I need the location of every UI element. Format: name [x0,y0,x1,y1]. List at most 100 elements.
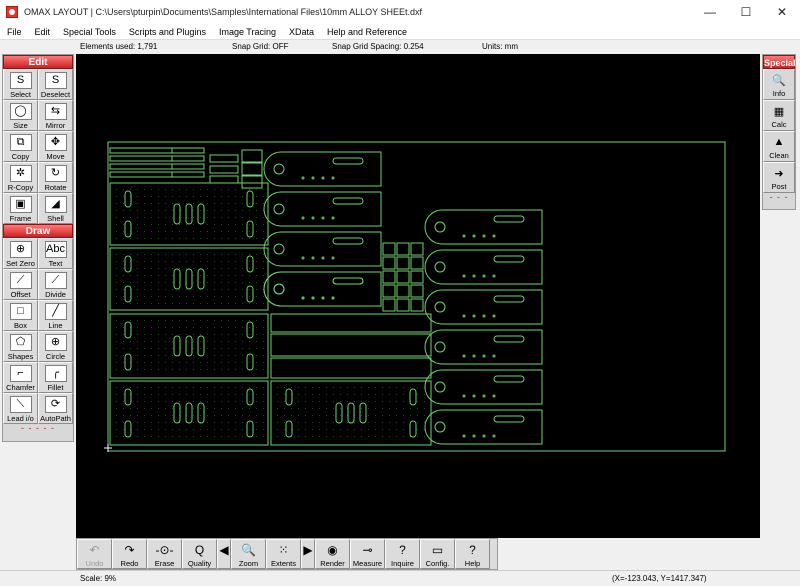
drawing-shape-784 [305,394,306,395]
copy-icon: ⧉ [9,134,32,151]
drawing-shape-205 [116,296,117,297]
frame-tool-button[interactable]: ▣ Frame [3,193,38,224]
drawing-shape-255 [165,254,166,255]
drawing-shape-973 [263,271,382,307]
menu-image-tracing[interactable]: Image Tracing [212,27,282,37]
drawing-shape-722 [249,408,250,409]
inquire-button[interactable]: ? Inquire [385,539,420,569]
drawing-shape-824 [340,394,341,395]
menu-xdata[interactable]: XData [282,27,320,37]
drawing-shape-540 [249,355,250,356]
drawing-shape-78 [165,238,166,239]
menu-scripts-and-plugins[interactable]: Scripts and Plugins [122,27,212,37]
help-button[interactable]: ? Help [455,539,490,569]
extents-label: Extents [270,559,296,568]
menu-help-and-reference[interactable]: Help and Reference [320,27,413,37]
minimize-button[interactable]: — [692,0,728,24]
drawing-shape-367 [263,254,264,255]
drawing-shape-349 [242,296,243,297]
shapes-tool-button[interactable]: ⬠ Shapes [3,331,38,362]
zoom-button[interactable]: 🔍 Zoom [231,539,266,569]
drawing-shape-628 [165,422,166,423]
drawing-shape-426 [151,341,152,342]
drawing-shape-179 [256,217,257,218]
drawing-shape-586 [130,408,131,409]
drawing-shape-72 [165,196,166,197]
calc-tool-button[interactable]: ▦ Calc [763,100,795,131]
drawing-shape-56 [151,196,152,197]
drawing-shape-692 [221,422,222,423]
drawing-shape-143 [228,189,229,190]
offset-tool-button[interactable]: ⟋ Offset [3,269,38,300]
measure-button[interactable]: ⊸ Measure [350,539,385,569]
drawing-shape-575 [123,387,124,388]
select-tool-button[interactable]: S Select [3,69,38,100]
erase-button[interactable]: -⊙- Erase [147,539,182,569]
drawing-shape-855 [368,387,369,388]
copy-tool-button[interactable]: ⧉ Copy [3,131,38,162]
extents-button[interactable]: ⁙ Extents [266,539,301,569]
drawing-canvas[interactable] [76,54,760,538]
drawing-shape-175 [256,189,257,190]
line-tool-button[interactable]: ╱ Line [38,300,73,331]
drawing-shape-13 [241,175,263,189]
deselect-tool-button[interactable]: S Deselect [38,69,73,100]
drawing-shape-392 [123,327,124,328]
drawing-shape-257 [165,268,166,269]
size-tool-button[interactable]: ◯ Size [3,100,38,131]
drawing-shape-34 [130,210,131,211]
post-tool-button[interactable]: ➜ Post [763,162,795,193]
lead-i-o-tool-button[interactable]: ⟍ Lead i/o [3,393,38,424]
drawing-shape-371 [263,282,264,283]
circle-tool-button[interactable]: ⊕ Circle [38,331,73,362]
chamfer-label: Chamfer [6,383,35,392]
drawing-shape-776 [298,394,299,395]
drawing-shape-829 [340,429,341,430]
redo-button[interactable]: ↷ Redo [112,539,147,569]
render-button[interactable]: ◉ Render [315,539,350,569]
drawing-shape-833 [347,401,348,402]
menu-special-tools[interactable]: Special Tools [56,27,122,37]
quality-button[interactable]: Q Quality [182,539,217,569]
more-special-indicator[interactable]: - - - [763,193,795,203]
drawing-shape-737 [263,401,264,402]
drawing-shape-811 [326,415,327,416]
drawing-shape-750 [270,380,432,446]
scroll-right-button[interactable]: ▶ [301,539,315,569]
move-tool-button[interactable]: ✥ Move [38,131,73,162]
menu-edit[interactable]: Edit [28,27,57,37]
maximize-button[interactable]: ☐ [728,0,764,24]
more-tools-indicator[interactable]: - - - - - [3,424,73,434]
menu-file[interactable]: File [0,27,28,37]
chamfer-tool-button[interactable]: ⌐ Chamfer [3,362,38,393]
divide-tool-button[interactable]: ⟋ Divide [38,269,73,300]
close-button[interactable]: ✕ [764,0,800,24]
text-tool-button[interactable]: Abc Text [38,238,73,269]
clean-tool-button[interactable]: ▲ Clean [763,131,795,162]
drawing-shape-696 [228,394,229,395]
fillet-tool-button[interactable]: ╭ Fillet [38,362,73,393]
drawing-shape-108 [193,224,194,225]
drawing-shape-58 [151,210,152,211]
autopath-tool-button[interactable]: ⟳ AutoPath [38,393,73,424]
frame-label: Frame [9,214,32,223]
drawing-shape-410 [137,341,138,342]
config-button[interactable]: ▭ Config. [420,539,455,569]
drawing-shape-268 [172,289,173,290]
set-zero-tool-button[interactable]: ⊕ Set Zero [3,238,38,269]
rotate-tool-button[interactable]: ↻ Rotate [38,162,73,193]
undo-button[interactable]: ↶ Undo [77,539,112,569]
snap-grid-spacing-label: Snap Grid Spacing: 0.254 [332,42,424,51]
drawing-shape-674 [207,408,208,409]
mirror-tool-button[interactable]: ⇆ Mirror [38,100,73,131]
info-tool-button[interactable]: 🔍 Info [763,69,795,100]
drawing-shape-102 [186,238,187,239]
drawing-shape-248 [158,261,159,262]
scroll-left-button[interactable]: ◀ [217,539,231,569]
drawing-shape-989 [493,215,525,223]
drawing-shape-970 [311,256,315,260]
drawing-shape-503 [221,320,222,321]
shell-tool-button[interactable]: ◢ Shell [38,193,73,224]
box-tool-button[interactable]: □ Box [3,300,38,331]
r-copy-tool-button[interactable]: ✲ R-Copy [3,162,38,193]
